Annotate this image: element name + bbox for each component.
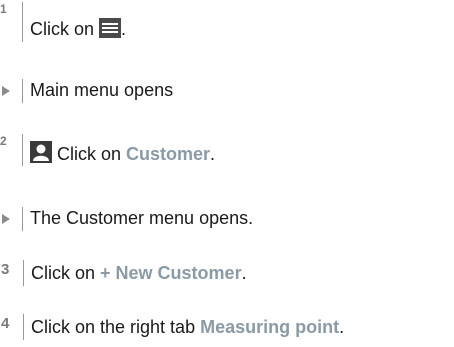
step-suffix: . [241, 263, 247, 283]
new-customer-link: + New Customer [100, 263, 242, 283]
arrow-right-icon [2, 214, 10, 224]
result-2: The Customer menu opens. [0, 207, 253, 231]
step-prefix: Click on [31, 263, 101, 283]
step-divider [22, 207, 23, 231]
step-suffix: . [121, 19, 127, 39]
step-prefix: Click on the right tab [31, 317, 201, 337]
step-divider [23, 260, 24, 286]
user-icon [30, 141, 52, 168]
arrow-right-icon [2, 86, 10, 96]
step-number: 4 [1, 315, 10, 332]
step-suffix: . [339, 317, 345, 337]
step-text: Click on + New Customer. [31, 260, 247, 284]
step-1: 1 Click on . [0, 2, 126, 43]
customer-link: Customer [126, 144, 211, 164]
step-number: 2 [0, 134, 7, 148]
step-divider [22, 134, 23, 166]
step-divider [23, 314, 24, 340]
step-suffix: . [210, 144, 216, 164]
step-text: Click on Customer. [30, 134, 215, 168]
step-number: 1 [0, 2, 7, 16]
step-number: 3 [1, 261, 10, 278]
step-prefix: Click on [30, 19, 100, 39]
result-text: Main menu opens [30, 80, 174, 100]
step-4: 4 Click on the right tab Measuring point… [0, 314, 344, 340]
step-text: Click on . [30, 2, 126, 43]
step-divider [22, 2, 23, 42]
step-3: 3 Click on + New Customer. [0, 260, 247, 286]
step-divider [22, 79, 23, 103]
step-prefix: Click on [52, 144, 127, 164]
result-1: Main menu opens [0, 79, 173, 103]
step-2: 2 Click on Customer. [0, 134, 215, 168]
measuring-point-tab-link: Measuring point [200, 317, 340, 337]
hamburger-menu-icon [99, 18, 122, 43]
step-text: Click on the right tab Measuring point. [31, 314, 344, 338]
result-text: The Customer menu opens. [30, 208, 254, 228]
